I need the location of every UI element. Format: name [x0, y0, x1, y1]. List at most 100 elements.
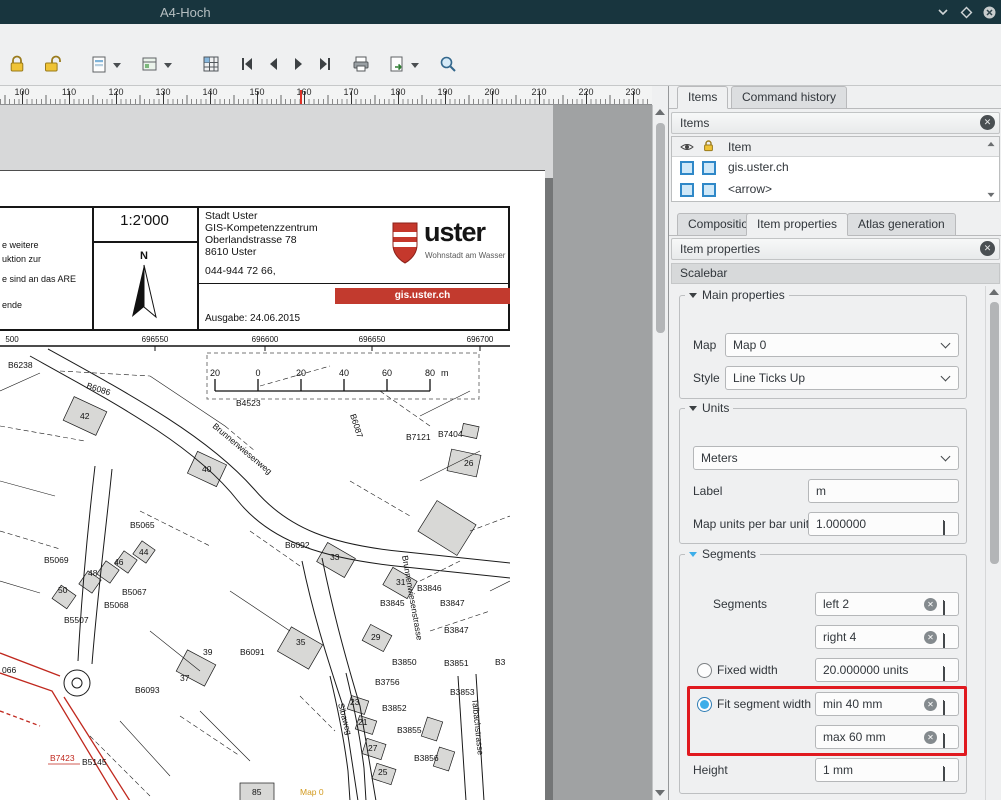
- segments-left-spinner[interactable]: left 2✕: [815, 592, 959, 616]
- clear-icon[interactable]: ✕: [924, 731, 937, 744]
- scroll-down-icon[interactable]: [986, 192, 996, 198]
- export-icon[interactable]: [384, 51, 410, 77]
- group-title-units[interactable]: Units: [685, 401, 733, 415]
- add-template-icon[interactable]: [137, 51, 163, 77]
- scroll-up-icon[interactable]: [986, 141, 996, 147]
- map-label: B5069: [44, 555, 69, 565]
- chevron-down-icon[interactable]: [411, 63, 419, 68]
- scalebar-item[interactable]: 20020406080m: [207, 353, 479, 399]
- ruler-mark: 170: [343, 87, 358, 97]
- spin-arrows[interactable]: [943, 630, 953, 649]
- min-width-spinner[interactable]: min 40 mm✕: [815, 692, 959, 716]
- ruler-position-marker: [300, 90, 302, 104]
- map-coordinates: 500696550696600696650696700: [5, 335, 494, 344]
- legend-fragment: ende: [2, 300, 22, 310]
- clear-icon[interactable]: ✕: [924, 698, 937, 711]
- map-label: 29: [371, 632, 381, 642]
- composer-canvas[interactable]: e weitere uktion zur e sind an das ARE e…: [0, 105, 652, 800]
- next-feature-icon[interactable]: [286, 51, 312, 77]
- clear-icon[interactable]: ✕: [924, 631, 937, 644]
- close-icon[interactable]: [981, 4, 997, 20]
- map-label: B3: [495, 657, 506, 667]
- chevron-down-icon[interactable]: [113, 63, 121, 68]
- spin-arrows[interactable]: [943, 597, 953, 616]
- map-label: B5067: [122, 587, 147, 597]
- red-boundary-lines: [0, 653, 130, 800]
- tab-command-history[interactable]: Command history: [731, 86, 847, 109]
- items-panel-header: Items: [671, 112, 1000, 134]
- lock-icon[interactable]: [4, 51, 30, 77]
- spin-arrows[interactable]: [943, 730, 953, 749]
- save-template-icon[interactable]: [86, 51, 112, 77]
- fixed-width-spinner[interactable]: 20.000000 units: [815, 658, 959, 682]
- map-label: 25: [378, 767, 388, 777]
- ruler-mark: 100: [14, 87, 29, 97]
- scroll-down-icon[interactable]: [655, 790, 665, 796]
- map-units-per-bar-unit-spinner[interactable]: 1.000000: [808, 512, 959, 536]
- group-title-main[interactable]: Main properties: [685, 288, 789, 302]
- items-tree[interactable]: Item gis.uster.ch <arrow>: [671, 136, 1000, 202]
- map-item[interactable]: 500696550696600696650696700: [0, 331, 510, 800]
- ruler-mark: 140: [202, 87, 217, 97]
- close-icon[interactable]: ✕: [980, 241, 995, 256]
- segments-right-spinner[interactable]: right 4✕: [815, 625, 959, 649]
- segments-label: Segments: [713, 592, 767, 616]
- spin-arrows[interactable]: [943, 517, 953, 536]
- height-label: Height: [693, 758, 728, 782]
- fixed-width-radio[interactable]: [697, 663, 712, 678]
- fit-segment-width-radio[interactable]: [697, 697, 712, 712]
- zoom-icon[interactable]: [435, 51, 461, 77]
- height-spinner[interactable]: 1 mm: [815, 758, 959, 782]
- spin-arrows[interactable]: [943, 697, 953, 716]
- scrollbar-thumb[interactable]: [990, 302, 999, 564]
- spin-arrows[interactable]: [943, 763, 953, 782]
- max-width-spinner[interactable]: max 60 mm✕: [815, 725, 959, 749]
- map-label: B3855: [397, 725, 422, 735]
- group-title-segments[interactable]: Segments: [685, 547, 760, 561]
- map-label: B3853: [450, 687, 475, 697]
- group-items-icon[interactable]: [198, 51, 224, 77]
- units-select[interactable]: Meters: [693, 446, 959, 470]
- previous-feature-icon[interactable]: [260, 51, 286, 77]
- lock-checkbox[interactable]: [702, 183, 716, 197]
- map-label: 35: [296, 637, 306, 647]
- map-label: 21: [358, 717, 368, 727]
- map-label: B3851: [444, 658, 469, 668]
- chevron-down-icon[interactable]: [164, 63, 172, 68]
- last-feature-icon[interactable]: [312, 51, 338, 77]
- scrollbar-thumb[interactable]: [656, 123, 665, 333]
- maximize-icon[interactable]: [958, 4, 974, 20]
- item-row-gis-uster[interactable]: gis.uster.ch: [672, 157, 999, 179]
- ruler-mark: 200: [484, 87, 499, 97]
- scalebar-number: 60: [382, 368, 392, 378]
- tab-items[interactable]: Items: [677, 86, 728, 109]
- visibility-checkbox[interactable]: [680, 183, 694, 197]
- scalebar-number: 40: [339, 368, 349, 378]
- first-feature-icon[interactable]: [234, 51, 260, 77]
- style-select[interactable]: Line Ticks Up: [725, 366, 959, 390]
- properties-scrollbar[interactable]: [985, 286, 1001, 800]
- address-line: GIS-Kompetenzzentrum: [205, 222, 318, 234]
- collapse-icon: [689, 406, 697, 411]
- print-icon[interactable]: [348, 51, 374, 77]
- item-properties-header: Item properties: [671, 238, 1000, 260]
- unit-label-input[interactable]: m: [808, 479, 959, 503]
- tab-item-properties[interactable]: Item properties: [746, 213, 848, 236]
- shade-icon[interactable]: [935, 4, 951, 20]
- map-select[interactable]: Map 0: [725, 333, 959, 357]
- canvas-vertical-scrollbar[interactable]: [652, 105, 668, 800]
- item-row-arrow[interactable]: <arrow>: [672, 179, 999, 201]
- item-label: gis.uster.ch: [728, 157, 789, 177]
- close-icon[interactable]: ✕: [980, 115, 995, 130]
- scalebar-number: 20: [296, 368, 306, 378]
- scroll-up-icon[interactable]: [655, 109, 665, 115]
- visibility-checkbox[interactable]: [680, 161, 694, 175]
- ruler-mark: 160: [296, 87, 311, 97]
- spin-arrows[interactable]: [943, 663, 953, 682]
- lock-checkbox[interactable]: [702, 161, 716, 175]
- tab-atlas-generation[interactable]: Atlas generation: [847, 213, 956, 236]
- scroll-up-icon[interactable]: [989, 289, 999, 295]
- unlock-icon[interactable]: [40, 51, 66, 77]
- map-label: 44: [139, 547, 149, 557]
- composition-page[interactable]: e weitere uktion zur e sind an das ARE e…: [0, 170, 545, 800]
